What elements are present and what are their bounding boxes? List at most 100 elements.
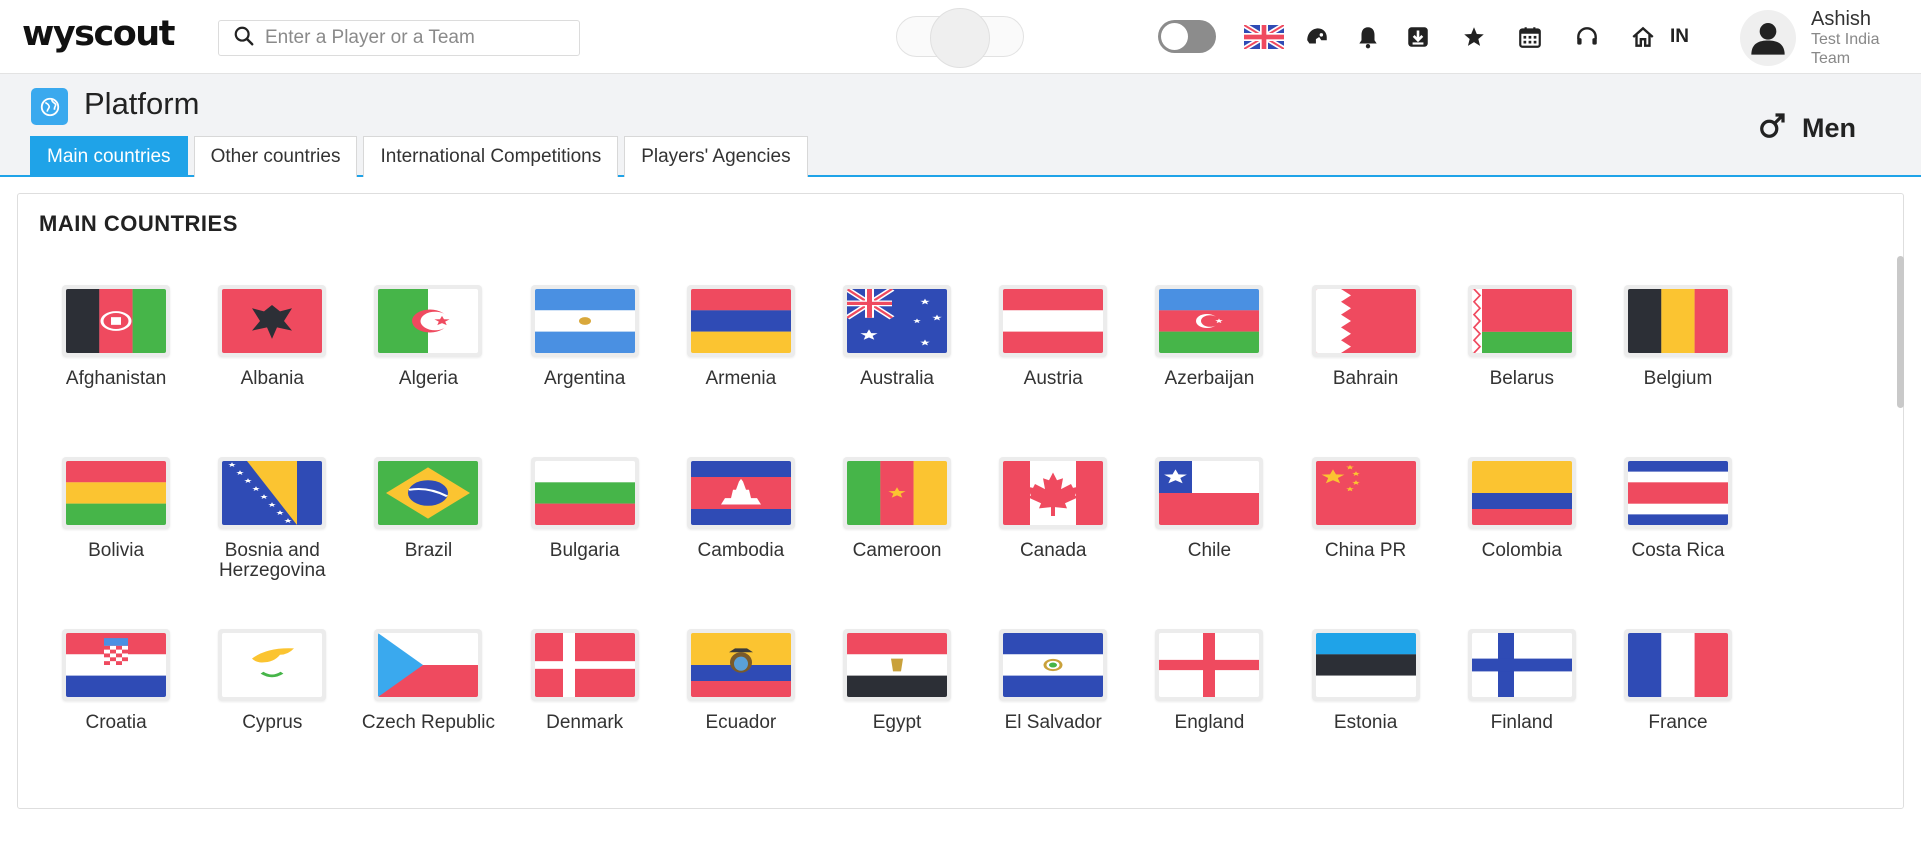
country-item[interactable]: Bolivia [38,457,194,629]
country-item[interactable]: Bahrain [1288,285,1444,457]
tab-main-countries[interactable]: Main countries [30,136,188,177]
country-item[interactable]: Albania [194,285,350,457]
belgium-flag-icon [1623,285,1732,357]
country-name: Australia [860,368,934,389]
china-flag-icon [1311,457,1420,529]
country-item[interactable]: Finland [1444,629,1600,801]
ecuador-flag-icon [686,629,795,701]
avatar[interactable] [1740,10,1796,66]
country-item[interactable]: Chile [1131,457,1287,629]
country-name: Cambodia [697,540,785,561]
country-item[interactable]: France [1600,629,1756,801]
country-item[interactable]: Croatia [38,629,194,801]
country-name: Ecuador [705,712,777,733]
theme-switch[interactable] [1158,20,1216,53]
star-icon[interactable] [1459,22,1489,52]
country-item[interactable]: Azerbaijan [1131,285,1287,457]
country-name: Finland [1490,712,1553,733]
countries-panel: MAIN COUNTRIES Afghanistan Albania Algeria… [17,193,1904,809]
country-item[interactable]: China PR [1288,457,1444,629]
country-item[interactable]: Bulgaria [507,457,663,629]
switch-knob [1161,23,1188,50]
user-name[interactable]: Ashish [1811,8,1871,31]
country-name: El Salvador [1004,712,1102,733]
country-name: Chile [1187,540,1232,561]
country-name: Bolivia [88,540,145,561]
user-icon [1751,23,1785,55]
australia-flag-icon [843,285,952,357]
country-item[interactable]: Australia [819,285,975,457]
azerbaijan-flag-icon [1155,285,1264,357]
country-name: Bosnia and Herzegovina [218,540,326,581]
page-title: Platform [84,86,200,121]
country-item[interactable]: Afghanistan [38,285,194,457]
country-item[interactable]: Cyprus [194,629,350,801]
canada-flag-icon [999,457,1108,529]
country-item[interactable]: El Salvador [975,629,1131,801]
country-item[interactable]: Czech Republic [350,629,506,801]
search-input[interactable] [265,27,565,49]
country-name: Costa Rica [1631,540,1725,561]
country-item[interactable]: Egypt [819,629,975,801]
country-item[interactable]: England [1131,629,1287,801]
argentina-flag-icon [530,285,639,357]
country-item[interactable]: Argentina [507,285,663,457]
country-item[interactable]: Algeria [350,285,506,457]
bosnia-flag-icon [218,457,327,529]
country-name: Cyprus [242,712,303,733]
country-name: Egypt [872,712,922,733]
globe-icon [31,88,68,125]
armenia-flag-icon [686,285,795,357]
afghanistan-flag-icon [62,285,171,357]
chile-flag-icon [1155,457,1264,529]
country-grid: Afghanistan Albania Algeria Argentina Armeni… [38,285,1756,801]
country-item[interactable]: Armenia [663,285,819,457]
costarica-flag-icon [1623,457,1732,529]
country-item[interactable]: Ecuador [663,629,819,801]
uk-flag-icon[interactable] [1244,22,1284,52]
country-item[interactable]: Cameroon [819,457,975,629]
country-item[interactable]: Brazil [350,457,506,629]
home-icon[interactable] [1628,22,1658,52]
country-name: China PR [1324,540,1407,561]
headset-icon[interactable] [1572,22,1602,52]
wyscout-logo[interactable]: wyscout [22,14,175,54]
country-item[interactable]: Estonia [1288,629,1444,801]
center-toggle-knob [930,8,990,68]
center-toggle[interactable] [896,8,1024,68]
algeria-flag-icon [374,285,483,357]
finland-flag-icon [1467,629,1576,701]
search-box[interactable] [218,20,580,56]
country-item[interactable]: Austria [975,285,1131,457]
tab-other-countries[interactable]: Other countries [193,136,358,177]
download-icon[interactable] [1403,22,1433,52]
estonia-flag-icon [1311,629,1420,701]
country-item[interactable]: Costa Rica [1600,457,1756,629]
scrollbar[interactable] [1897,256,1904,408]
tab-international-competitions[interactable]: International Competitions [363,136,619,177]
country-item[interactable]: Colombia [1444,457,1600,629]
colombia-flag-icon [1467,457,1576,529]
country-item[interactable]: Belgium [1600,285,1756,457]
czech-flag-icon [374,629,483,701]
country-name: Cameroon [852,540,942,561]
bell-icon[interactable] [1353,22,1383,52]
calendar-icon[interactable] [1515,22,1545,52]
country-name: Czech Republic [361,712,495,733]
country-name: England [1174,712,1245,733]
country-name: Bahrain [1332,368,1399,389]
tab-players-agencies[interactable]: Players' Agencies [624,136,808,177]
gender-selector[interactable]: Men [1758,110,1856,147]
country-item[interactable]: Belarus [1444,285,1600,457]
country-name: France [1648,712,1708,733]
country-item[interactable]: Cambodia [663,457,819,629]
country-name: Brazil [404,540,453,561]
helmet-icon[interactable] [1302,22,1332,52]
country-item[interactable]: Canada [975,457,1131,629]
country-item[interactable]: Denmark [507,629,663,801]
country-name: Estonia [1333,712,1398,733]
top-bar: wyscout IN [0,0,1921,74]
country-item[interactable]: Bosnia and Herzegovina [194,457,350,629]
country-name: Canada [1019,540,1087,561]
language-code[interactable]: IN [1670,26,1689,48]
